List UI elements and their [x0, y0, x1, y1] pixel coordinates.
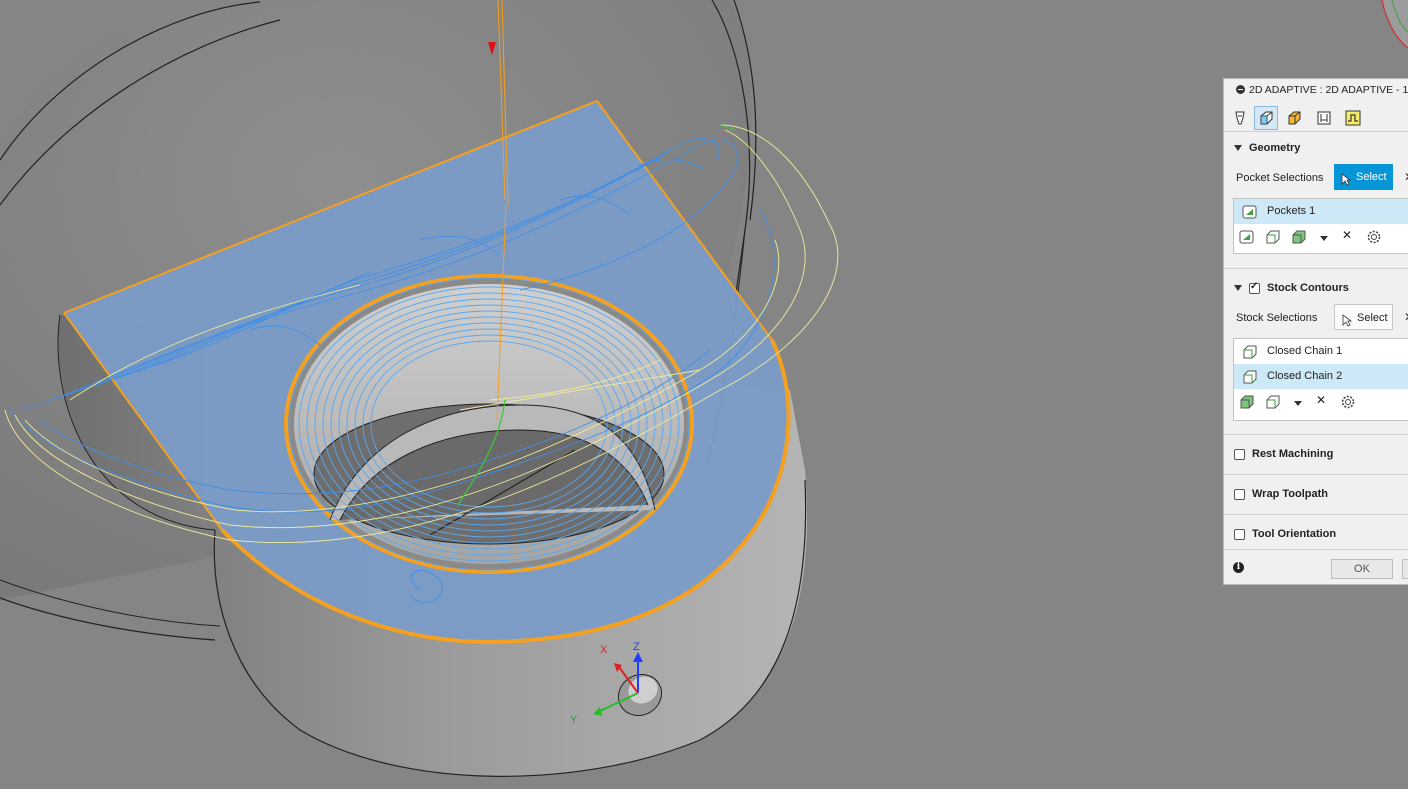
- tab-geometry[interactable]: [1254, 106, 1278, 130]
- dropdown-arrow-icon[interactable]: [1320, 233, 1328, 245]
- wrap-toolpath-heading: Wrap Toolpath: [1252, 488, 1328, 500]
- triad-x-label: X: [600, 644, 608, 656]
- stock-selections-label: Stock Selections: [1236, 312, 1318, 324]
- stock-toolrow: ✕: [1234, 389, 1408, 416]
- stock-item-label: Closed Chain 2: [1267, 370, 1343, 382]
- wrap-toolpath-checkbox[interactable]: [1234, 488, 1245, 500]
- cancel-button[interactable]: [1402, 559, 1408, 579]
- select-chain-icon[interactable]: [1265, 230, 1281, 247]
- linking-tab-icon: [1345, 110, 1361, 126]
- view-cube[interactable]: [1381, 0, 1408, 49]
- collapse-icon[interactable]: [1236, 85, 1245, 94]
- select-chain-icon[interactable]: [1265, 395, 1281, 412]
- gear-icon[interactable]: [1366, 229, 1382, 248]
- pocket-selections-label: Pocket Selections: [1236, 172, 1324, 184]
- cursor-icon: [1342, 311, 1353, 337]
- rest-machining-heading: Rest Machining: [1252, 448, 1334, 460]
- clear-stock-icon[interactable]: ✕: [1404, 310, 1408, 324]
- collapse-triangle-icon: [1234, 285, 1242, 291]
- rest-machining-section-header[interactable]: Rest Machining: [1234, 448, 1333, 460]
- list-item[interactable]: Pockets 1: [1234, 199, 1408, 224]
- tab-linking[interactable]: [1341, 106, 1365, 130]
- remove-icon[interactable]: ✕: [1316, 393, 1326, 407]
- tool-orientation-checkbox[interactable]: [1234, 528, 1245, 540]
- divider: [1224, 474, 1408, 475]
- operation-panel: 2D ADAPTIVE : 2D ADAPTIVE - 1S Geometry …: [1223, 78, 1408, 585]
- panel-title: 2D ADAPTIVE : 2D ADAPTIVE - 1S: [1249, 84, 1408, 96]
- divider: [1224, 514, 1408, 515]
- divider: [1224, 268, 1408, 269]
- stock-list: Closed Chain 1 Closed Chain 2 ✕: [1233, 338, 1408, 421]
- rest-machining-checkbox[interactable]: [1234, 448, 1245, 460]
- select-face-icon[interactable]: [1239, 230, 1255, 247]
- list-item[interactable]: Closed Chain 1: [1234, 339, 1408, 364]
- stock-contours-heading: Stock Contours: [1267, 282, 1349, 294]
- panel-tabs: [1224, 105, 1408, 132]
- tool-tab-icon: [1235, 111, 1245, 125]
- select-body-icon[interactable]: [1239, 395, 1255, 412]
- panel-title-bar[interactable]: 2D ADAPTIVE : 2D ADAPTIVE - 1S: [1224, 79, 1408, 101]
- heights-tab-icon: [1288, 111, 1301, 125]
- pocket-select-label: Select: [1356, 171, 1387, 183]
- tab-tool[interactable]: [1228, 106, 1252, 130]
- tool-orientation-heading: Tool Orientation: [1252, 528, 1337, 540]
- gear-icon[interactable]: [1340, 394, 1356, 413]
- cursor-icon: [1341, 170, 1352, 196]
- geometry-section-header[interactable]: Geometry: [1234, 142, 1300, 154]
- tab-heights[interactable]: [1282, 106, 1306, 130]
- pocket-select-button[interactable]: Select: [1334, 164, 1393, 190]
- collapse-triangle-icon: [1234, 145, 1242, 151]
- stock-contours-checkbox[interactable]: [1249, 281, 1260, 294]
- divider: [1224, 549, 1408, 550]
- pocket-item-label: Pockets 1: [1267, 205, 1316, 217]
- triad-y-label: Y: [570, 714, 578, 726]
- tab-passes[interactable]: [1312, 106, 1336, 130]
- pocket-list: Pockets 1 ✕: [1233, 198, 1408, 254]
- stock-item-label: Closed Chain 1: [1267, 345, 1343, 357]
- info-icon[interactable]: i: [1233, 562, 1244, 573]
- triad-z-label: Z: [633, 641, 640, 653]
- dropdown-arrow-icon[interactable]: [1294, 398, 1302, 410]
- select-body-icon[interactable]: [1291, 230, 1307, 247]
- passes-tab-icon: [1317, 111, 1331, 125]
- geometry-heading: Geometry: [1249, 142, 1301, 154]
- wrap-toolpath-section-header[interactable]: Wrap Toolpath: [1234, 488, 1328, 500]
- geometry-tab-icon: [1260, 111, 1273, 125]
- ok-button[interactable]: OK: [1331, 559, 1393, 579]
- stock-contours-section-header[interactable]: Stock Contours: [1234, 281, 1349, 294]
- stock-select-label: Select: [1357, 312, 1388, 324]
- pocket-toolrow: ✕: [1234, 224, 1408, 251]
- clear-pocket-icon[interactable]: ✕: [1404, 170, 1408, 184]
- 3d-viewport[interactable]: Z X Y: [0, 0, 1408, 789]
- list-item[interactable]: Closed Chain 2: [1234, 364, 1408, 389]
- tool-orientation-section-header[interactable]: Tool Orientation: [1234, 528, 1336, 540]
- remove-icon[interactable]: ✕: [1342, 228, 1352, 242]
- divider: [1224, 434, 1408, 435]
- stock-select-button[interactable]: Select: [1334, 304, 1393, 330]
